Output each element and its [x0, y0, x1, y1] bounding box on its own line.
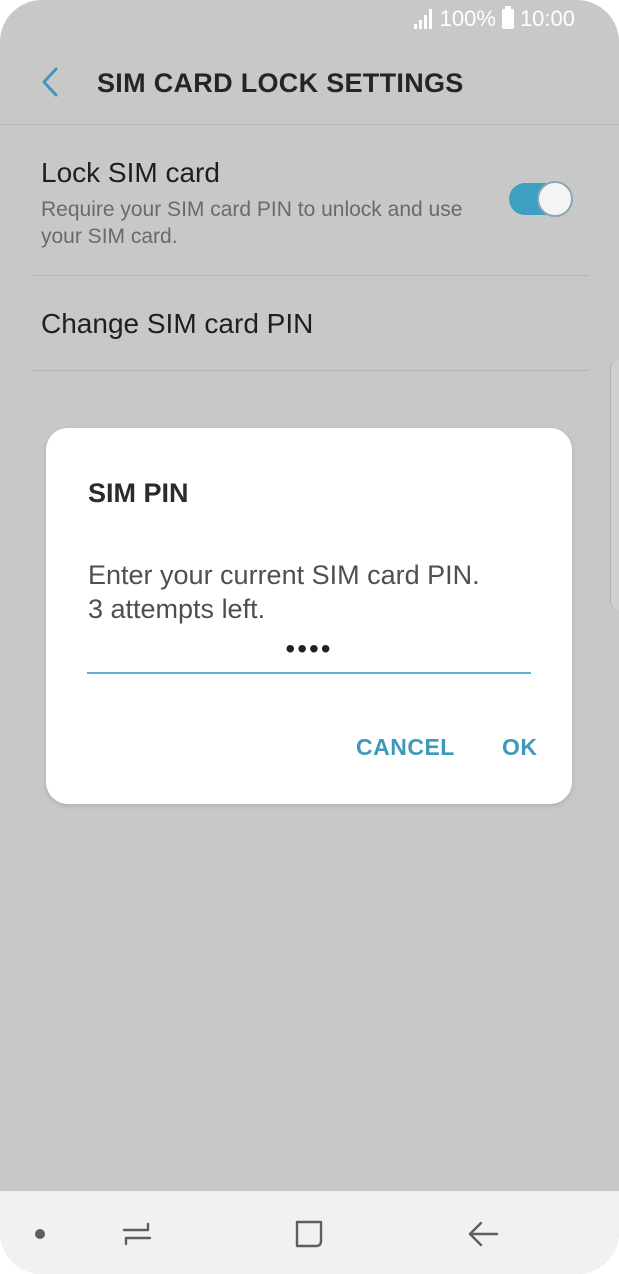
scrollbar[interactable] — [610, 360, 619, 610]
page-title: SIM CARD LOCK SETTINGS — [97, 68, 464, 98]
dialog-title: SIM PIN — [88, 478, 189, 508]
status-bar: 100% 10:00 — [0, 0, 619, 44]
battery-percent: 100% — [439, 6, 496, 31]
dialog-message-line-1: Enter your current SIM card PIN. — [88, 560, 480, 590]
home-icon — [295, 1220, 323, 1248]
lock-sim-card-setting[interactable]: Lock SIM card Require your SIM card PIN … — [31, 125, 589, 276]
ok-button[interactable]: OK — [502, 734, 538, 761]
phone-screen: 100% 10:00 SIM CARD LOCK SETTINGS Lock S… — [0, 0, 619, 1274]
clock: 10:00 — [519, 6, 575, 31]
recent-apps-button[interactable] — [120, 1216, 154, 1250]
back-nav-button[interactable] — [466, 1217, 500, 1251]
cancel-button[interactable]: CANCEL — [356, 734, 455, 761]
lock-sim-card-description: Require your SIM card PIN to unlock and … — [41, 198, 463, 248]
dialog-message-line-2: 3 attempts left. — [88, 594, 266, 624]
navigation-bar — [0, 1191, 619, 1274]
dialog-message: Enter your current SIM card PIN. 3 attem… — [88, 558, 538, 626]
pin-input[interactable] — [87, 626, 531, 674]
chevron-left-icon — [42, 67, 58, 97]
toggle-knob — [537, 181, 573, 217]
keyboard-toggle-dot-icon[interactable] — [35, 1229, 45, 1239]
change-sim-pin-title: Change SIM card PIN — [41, 308, 314, 339]
back-arrow-icon — [468, 1221, 499, 1247]
signal-icon — [413, 9, 434, 29]
lock-sim-card-toggle[interactable] — [509, 181, 573, 217]
change-sim-pin-setting[interactable]: Change SIM card PIN — [31, 276, 589, 371]
home-button[interactable] — [292, 1217, 326, 1251]
lock-sim-card-title: Lock SIM card — [41, 157, 220, 188]
status-indicators: 100% 10:00 — [413, 6, 575, 32]
battery-icon — [501, 6, 514, 29]
app-bar: SIM CARD LOCK SETTINGS — [0, 48, 619, 125]
back-button[interactable] — [30, 62, 70, 102]
recent-apps-icon — [122, 1222, 152, 1246]
sim-pin-dialog: SIM PIN Enter your current SIM card PIN.… — [46, 428, 572, 804]
